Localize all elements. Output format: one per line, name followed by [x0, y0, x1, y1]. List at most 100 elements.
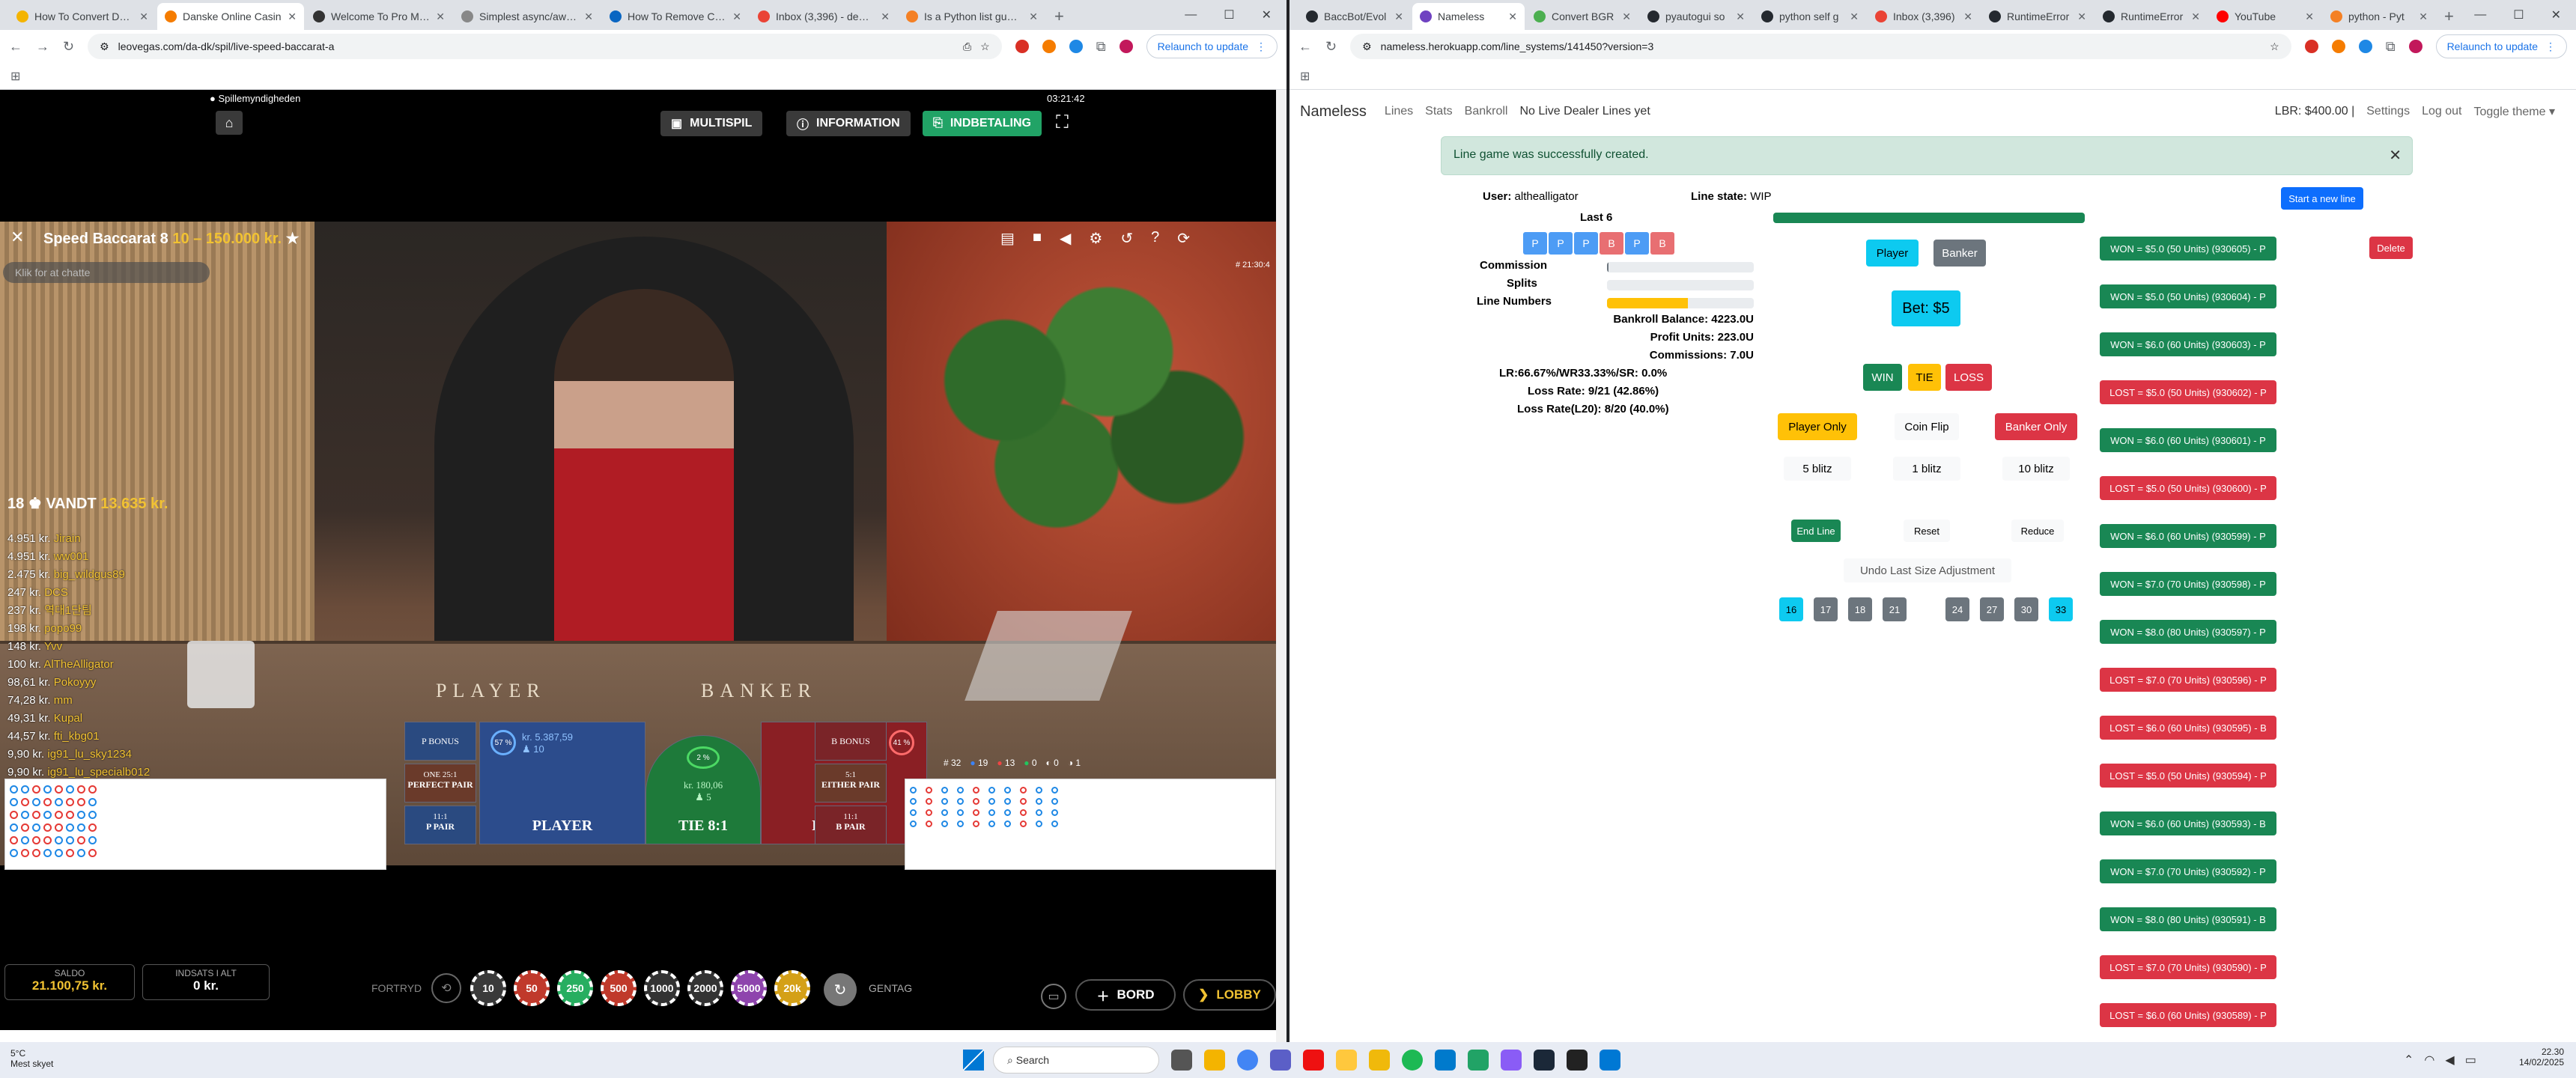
sound-icon[interactable]: ◀	[1060, 229, 1071, 248]
player-button[interactable]: Player	[1866, 240, 1919, 267]
result-row[interactable]: WON = $6.0 (60 Units) (930593) - B	[2100, 811, 2276, 835]
browser-tab[interactable]: Is a Python list guarantee ✕	[899, 3, 1045, 30]
undo-size-button[interactable]: Undo Last Size Adjustment	[1844, 558, 2011, 582]
maximize-icon[interactable]: ☐	[1224, 7, 1234, 22]
blitz5-button[interactable]: 5 blitz	[1784, 457, 1851, 481]
add-table-button[interactable]: ＋ BORD	[1075, 979, 1176, 1011]
b-bonus-spot[interactable]: B BONUS	[815, 722, 887, 761]
reload-icon[interactable]: ↻	[63, 39, 74, 55]
size-button[interactable]: 17	[1814, 597, 1838, 621]
battery-icon[interactable]: ▭	[2465, 1053, 2476, 1068]
reset-button[interactable]: Reset	[1904, 520, 1950, 542]
nav-logout[interactable]: Log out	[2422, 105, 2461, 118]
browser-tab[interactable]: How To Remove Characte ✕	[602, 3, 749, 30]
github-desktop-icon[interactable]	[1567, 1050, 1588, 1071]
left-url[interactable]: leovegas.com/da-dk/spil/live-speed-bacca…	[118, 40, 954, 52]
history-icon[interactable]: ↺	[1120, 229, 1133, 248]
b-pair-spot[interactable]: 11:1 B PAIR	[815, 806, 887, 844]
chip-5000[interactable]: 5000	[731, 970, 767, 1006]
teams-icon[interactable]	[1270, 1050, 1291, 1071]
extension-icon[interactable]	[2358, 40, 2372, 53]
binance-icon[interactable]	[1369, 1050, 1390, 1071]
close-game-icon[interactable]: ✕	[10, 228, 24, 247]
result-row[interactable]: LOST = $6.0 (60 Units) (930589) - P	[2100, 1003, 2276, 1027]
brand[interactable]: Nameless	[1300, 103, 1367, 121]
tab-close-icon[interactable]: ✕	[2305, 10, 2314, 23]
browser-tab[interactable]: RuntimeError ✕	[1981, 3, 2094, 30]
notepad-icon[interactable]	[1600, 1050, 1620, 1071]
tab-close-icon[interactable]: ✕	[1622, 10, 1631, 23]
information-button[interactable]: ⓘ INFORMATION	[786, 111, 911, 136]
browser-tab[interactable]: YouTube ✕	[2209, 3, 2321, 30]
result-row[interactable]: WON = $5.0 (50 Units) (930605) - P	[2100, 237, 2276, 261]
lobby-button[interactable]: ❯ LOBBY	[1183, 979, 1276, 1011]
browser-tab[interactable]: Nameless ✕	[1412, 3, 1525, 30]
tab-close-icon[interactable]: ✕	[2191, 10, 2200, 23]
chip-250[interactable]: 250	[557, 970, 593, 1006]
browser-tab[interactable]: python self g ✕	[1754, 3, 1866, 30]
task-view-icon[interactable]	[1171, 1050, 1192, 1071]
result-row[interactable]: WON = $8.0 (80 Units) (930597) - P	[2100, 620, 2276, 644]
coin-flip-button[interactable]: Coin Flip	[1895, 413, 1959, 440]
result-row[interactable]: LOST = $5.0 (50 Units) (930602) - P	[2100, 380, 2276, 404]
nav-bankroll[interactable]: Bankroll	[1465, 105, 1508, 118]
browser-tab[interactable]: Danske Online Casin ✕	[157, 3, 304, 30]
banker-button[interactable]: Banker	[1933, 240, 1986, 267]
browser-tab[interactable]: How To Convert Data Typ ✕	[9, 3, 156, 30]
pycharm-icon[interactable]	[1468, 1050, 1489, 1071]
weather-widget[interactable]: 5°C Mest skyet	[10, 1048, 53, 1069]
nav-stats[interactable]: Stats	[1425, 105, 1452, 118]
size-button[interactable]: 33	[2049, 597, 2073, 621]
chip-20k[interactable]: 20k	[774, 970, 810, 1006]
extension-icon[interactable]	[2304, 40, 2318, 53]
browser-tab[interactable]: Inbox (3,396) ✕	[1868, 3, 1980, 30]
relaunch-button[interactable]: Relaunch to update ⋮	[2435, 34, 2567, 58]
tab-close-icon[interactable]: ✕	[881, 10, 890, 23]
browser-tab[interactable]: Inbox (3,396) - dennisasm ✕	[750, 3, 897, 30]
relaunch-button[interactable]: Relaunch to update ⋮	[1146, 34, 1278, 58]
repeat-icon[interactable]: ↻	[824, 973, 857, 1006]
extensions-puzzle-icon[interactable]: ⧉	[1096, 39, 1106, 55]
result-row[interactable]: WON = $6.0 (60 Units) (930603) - P	[2100, 332, 2276, 356]
banker-only-button[interactable]: Banker Only	[1995, 413, 2077, 440]
home-icon[interactable]: ⌂	[216, 111, 243, 135]
right-url[interactable]: nameless.herokuapp.com/line_systems/1414…	[1381, 40, 2261, 52]
chat-bubble-icon[interactable]: ▭	[1041, 984, 1066, 1009]
blitz1-button[interactable]: 1 blitz	[1893, 457, 1960, 481]
clock[interactable]: 22.30 14/02/2025	[2510, 1047, 2564, 1068]
spotify-icon[interactable]	[1402, 1050, 1423, 1071]
result-row[interactable]: LOST = $7.0 (70 Units) (930596) - P	[2100, 668, 2276, 692]
tab-close-icon[interactable]: ✕	[584, 10, 593, 23]
bookmark-star-icon[interactable]: ☆	[2270, 40, 2279, 53]
undo-label[interactable]: FORTRYD	[371, 982, 422, 994]
opera-icon[interactable]	[1303, 1050, 1324, 1071]
extensions-puzzle-icon[interactable]: ⧉	[2386, 39, 2396, 55]
back-icon[interactable]: ←	[1298, 39, 1312, 55]
p-bonus-spot[interactable]: P BONUS	[404, 722, 476, 761]
perfect-pair-spot[interactable]: ONE 25:1 PERFECT PAIR	[404, 764, 476, 803]
reload-icon[interactable]: ↻	[1325, 39, 1337, 55]
win-button[interactable]: WIN	[1863, 364, 1902, 391]
vscode-icon[interactable]	[1435, 1050, 1456, 1071]
back-icon[interactable]: ←	[9, 39, 22, 55]
chip-2000[interactable]: 2000	[687, 970, 723, 1006]
new-tab-button[interactable]: +	[1047, 3, 1072, 30]
fullscreen-icon[interactable]: ⛶	[1056, 112, 1069, 133]
repeat-label[interactable]: GENTAG	[869, 982, 912, 994]
help-icon[interactable]: ?	[1151, 229, 1159, 248]
result-row[interactable]: LOST = $5.0 (50 Units) (930594) - P	[2100, 764, 2276, 788]
tab-close-icon[interactable]: ✕	[1394, 10, 1403, 23]
tab-close-icon[interactable]: ✕	[288, 10, 297, 23]
site-info-icon[interactable]: ⚙	[100, 40, 109, 53]
loss-button[interactable]: LOSS	[1945, 364, 1992, 391]
start-new-line-button[interactable]: Start a new line	[2281, 187, 2363, 210]
tab-close-icon[interactable]: ✕	[2419, 10, 2428, 23]
taskbar-search[interactable]: ⌕ Search	[993, 1047, 1159, 1074]
left-scrollbar[interactable]	[1276, 90, 1287, 1042]
undo-icon[interactable]: ⟲	[431, 973, 461, 1003]
chip-10[interactable]: 10	[470, 970, 506, 1006]
extension-icon[interactable]	[2331, 40, 2345, 53]
size-button[interactable]: 30	[2014, 597, 2038, 621]
steam-icon[interactable]	[1534, 1050, 1555, 1071]
apps-grid-icon[interactable]: ⊞	[1300, 70, 1310, 83]
